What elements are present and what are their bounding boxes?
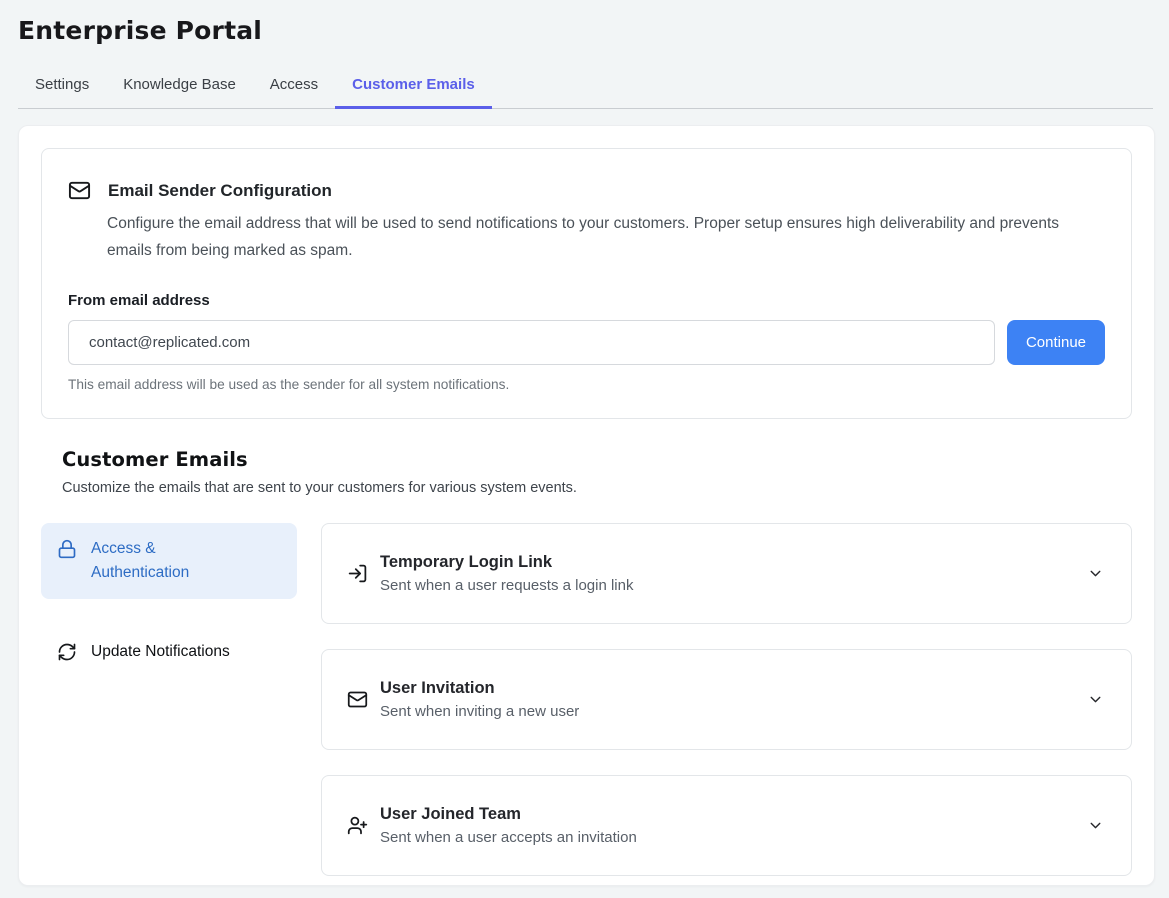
email-card-title: Temporary Login Link	[380, 553, 1087, 572]
main-content: Email Sender Configuration Configure the…	[18, 125, 1155, 886]
chevron-down-icon[interactable]	[1087, 817, 1104, 834]
page-title: Enterprise Portal	[18, 16, 1151, 45]
from-email-input[interactable]	[68, 320, 995, 365]
customer-emails-subtitle: Customize the emails that are sent to yo…	[62, 480, 1132, 496]
email-card-description: Sent when a user requests a login link	[380, 577, 1087, 594]
tab-customer-emails[interactable]: Customer Emails	[335, 69, 492, 109]
email-card-description: Sent when inviting a new user	[380, 703, 1087, 720]
email-helper-text: This email address will be used as the s…	[68, 377, 1105, 392]
category-access-authentication[interactable]: Access & Authentication	[41, 523, 297, 599]
category-label: Access & Authentication	[91, 537, 223, 585]
category-update-notifications[interactable]: Update Notifications	[41, 626, 297, 678]
refresh-icon	[57, 642, 77, 662]
category-label: Update Notifications	[91, 640, 230, 664]
customer-emails-title: Customer Emails	[62, 448, 1132, 471]
mail-icon	[68, 179, 91, 202]
sender-config-title: Email Sender Configuration	[108, 181, 332, 201]
email-card-temporary-login-link[interactable]: Temporary Login Link Sent when a user re…	[321, 523, 1132, 624]
email-card-user-joined-team[interactable]: User Joined Team Sent when a user accept…	[321, 775, 1132, 876]
email-card-title: User Joined Team	[380, 805, 1087, 824]
user-plus-icon	[347, 815, 368, 836]
chevron-down-icon[interactable]	[1087, 565, 1104, 582]
tab-bar: Settings Knowledge Base Access Customer …	[18, 69, 1153, 109]
tab-settings[interactable]: Settings	[18, 69, 106, 109]
email-card-user-invitation[interactable]: User Invitation Sent when inviting a new…	[321, 649, 1132, 750]
email-sender-config-card: Email Sender Configuration Configure the…	[41, 148, 1132, 419]
continue-button[interactable]: Continue	[1007, 320, 1105, 365]
chevron-down-icon[interactable]	[1087, 691, 1104, 708]
page-header: Enterprise Portal	[0, 0, 1169, 45]
sender-config-description: Configure the email address that will be…	[107, 210, 1082, 264]
email-card-description: Sent when a user accepts an invitation	[380, 829, 1087, 846]
email-category-list: Access & Authentication Update Notificat…	[41, 523, 297, 876]
email-card-title: User Invitation	[380, 679, 1087, 698]
tab-access[interactable]: Access	[253, 69, 335, 109]
lock-icon	[57, 539, 77, 559]
from-email-label: From email address	[68, 292, 1105, 309]
mail-icon	[347, 689, 368, 710]
login-icon	[347, 563, 368, 584]
email-template-list: Temporary Login Link Sent when a user re…	[321, 523, 1132, 876]
tab-knowledge-base[interactable]: Knowledge Base	[106, 69, 253, 109]
